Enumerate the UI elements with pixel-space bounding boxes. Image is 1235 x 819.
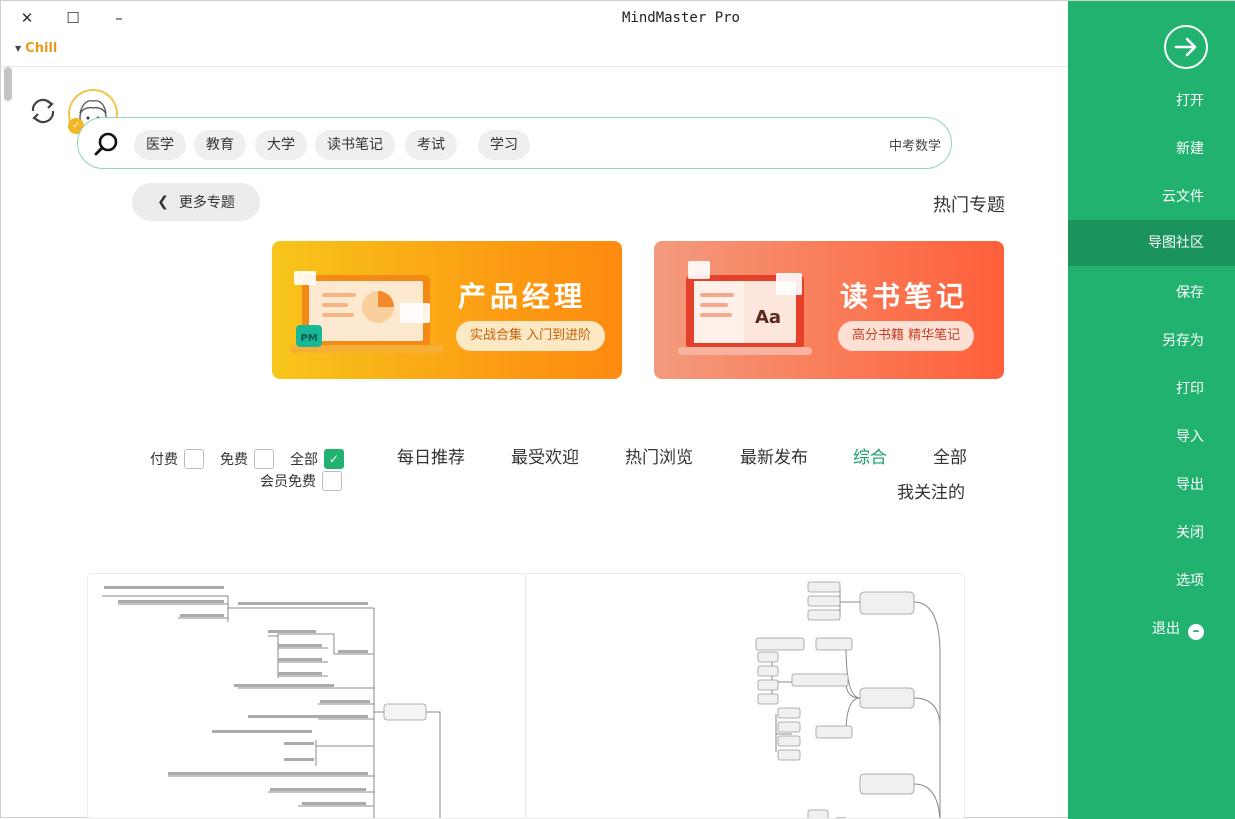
sidebar-item-community[interactable]: 导图社区 [1068,220,1235,266]
banner-subtitle: 高分书籍 精华笔记 [838,321,975,351]
mindmap-thumbnail [755,581,941,818]
filter-checkbox-free[interactable]: 免费 [220,449,274,469]
caret-down-icon: ▼ [15,44,22,53]
minus-circle-icon: – [1188,624,1204,640]
sidebar-item-exit[interactable]: 退出 – [1068,606,1235,652]
search-tag[interactable]: 读书笔记 [315,130,395,160]
laptop-illustration-icon: PM [290,271,444,353]
sidebar-item-import[interactable]: 导入 [1068,414,1235,460]
checkbox-checked-icon[interactable]: ✓ [324,449,344,469]
sidebar-item-save-as[interactable]: 另存为 [1068,318,1235,364]
banner-product-manager[interactable]: PM 产品经理 实战合集 入门到进阶 [272,241,622,379]
tab-hot[interactable]: 热门浏览 [625,443,693,468]
search-icon[interactable] [94,131,120,157]
search-tag[interactable]: 教育 [194,130,246,160]
search-tag[interactable]: 医学 [134,130,186,160]
more-topics-label: 更多专题 [178,195,235,211]
tab-all[interactable]: 全部 [933,443,967,468]
tab-following[interactable]: 我关注的 [897,478,965,503]
window-title: MindMaster Pro [621,10,740,26]
banner-title: 产品经理 [458,280,587,313]
tab-popular[interactable]: 最受欢迎 [511,443,579,468]
scrollbar-thumb[interactable] [4,67,12,101]
checkbox-label: 付费 [150,452,178,468]
minimize-window-button[interactable]: – [107,7,131,29]
mindmap-thumbnail [102,586,441,818]
arrow-right-icon[interactable] [1164,25,1208,69]
theme-label: Chill [25,41,58,56]
checkbox[interactable] [322,471,342,491]
hot-topics-title: 热门专题 [933,195,1005,216]
refresh-icon[interactable] [25,93,61,129]
mindmap-card[interactable] [525,573,965,819]
sidebar: 打开 新建 云文件 导图社区 保存 另存为 打印 导入 导出 关闭 选项 退出 – [1068,1,1235,819]
sidebar-item-cloud-files[interactable]: 云文件 [1068,174,1235,220]
checkbox-label: 免费 [220,452,248,468]
sidebar-item-print[interactable]: 打印 [1068,366,1235,412]
tab-latest[interactable]: 最新发布 [740,443,808,468]
sidebar-item-close[interactable]: 关闭 [1068,510,1235,556]
maximize-window-button[interactable]: ☐ [61,7,85,29]
close-window-button[interactable]: ✕ [15,7,39,29]
banner-subtitle: 实战合集 入门到进阶 [456,321,606,351]
search-tag[interactable]: 大学 [255,130,307,160]
banner-badge: PM [300,333,317,344]
filter-checkbox-all[interactable]: 全部 ✓ [290,449,344,469]
sidebar-item-open[interactable]: 打开 [1068,78,1235,124]
more-topics-button[interactable]: ❮ 更多专题 [132,183,260,221]
divider [1,66,1068,67]
chevron-left-icon: ❮ [157,194,169,210]
filter-checkbox-paid[interactable]: 付费 [150,449,204,469]
banner-reading-notes[interactable]: Aa 读书笔记 高分书籍 精华笔记 [654,241,1004,379]
sidebar-item-export[interactable]: 导出 [1068,462,1235,508]
book-illustration-icon: Aa [678,261,812,355]
search-input[interactable] [681,130,941,158]
checkbox-label: 全部 [290,452,318,468]
tab-comprehensive[interactable]: 综合 [853,443,887,468]
vertical-scrollbar[interactable] [3,67,13,819]
filter-checkbox-member-free[interactable]: 会员免费 [260,471,342,491]
theme-dropdown[interactable]: ▼ Chill [15,41,57,56]
sidebar-item-options[interactable]: 选项 [1068,558,1235,604]
search-tag[interactable]: 考试 [405,130,457,160]
checkbox-label: 会员免费 [260,474,316,490]
exit-label: 退出 [1152,621,1180,637]
sidebar-item-save[interactable]: 保存 [1068,270,1235,316]
mindmap-card[interactable] [87,573,527,819]
checkbox[interactable] [254,449,274,469]
banner-badge: Aa [755,307,781,328]
app-window: ✕ ☐ – MindMaster Pro ▼ Chill ✓ 医学 教育 大学 … [0,0,1235,819]
sidebar-item-new[interactable]: 新建 [1068,126,1235,172]
banner-title: 读书笔记 [840,280,969,313]
title-bar: ✕ ☐ – MindMaster Pro [1,1,1068,37]
checkbox[interactable] [184,449,204,469]
search-tag[interactable]: 学习 [478,130,530,160]
tab-daily[interactable]: 每日推荐 [397,443,465,468]
search-bar: 医学 教育 大学 读书笔记 考试 学习 [77,117,952,169]
